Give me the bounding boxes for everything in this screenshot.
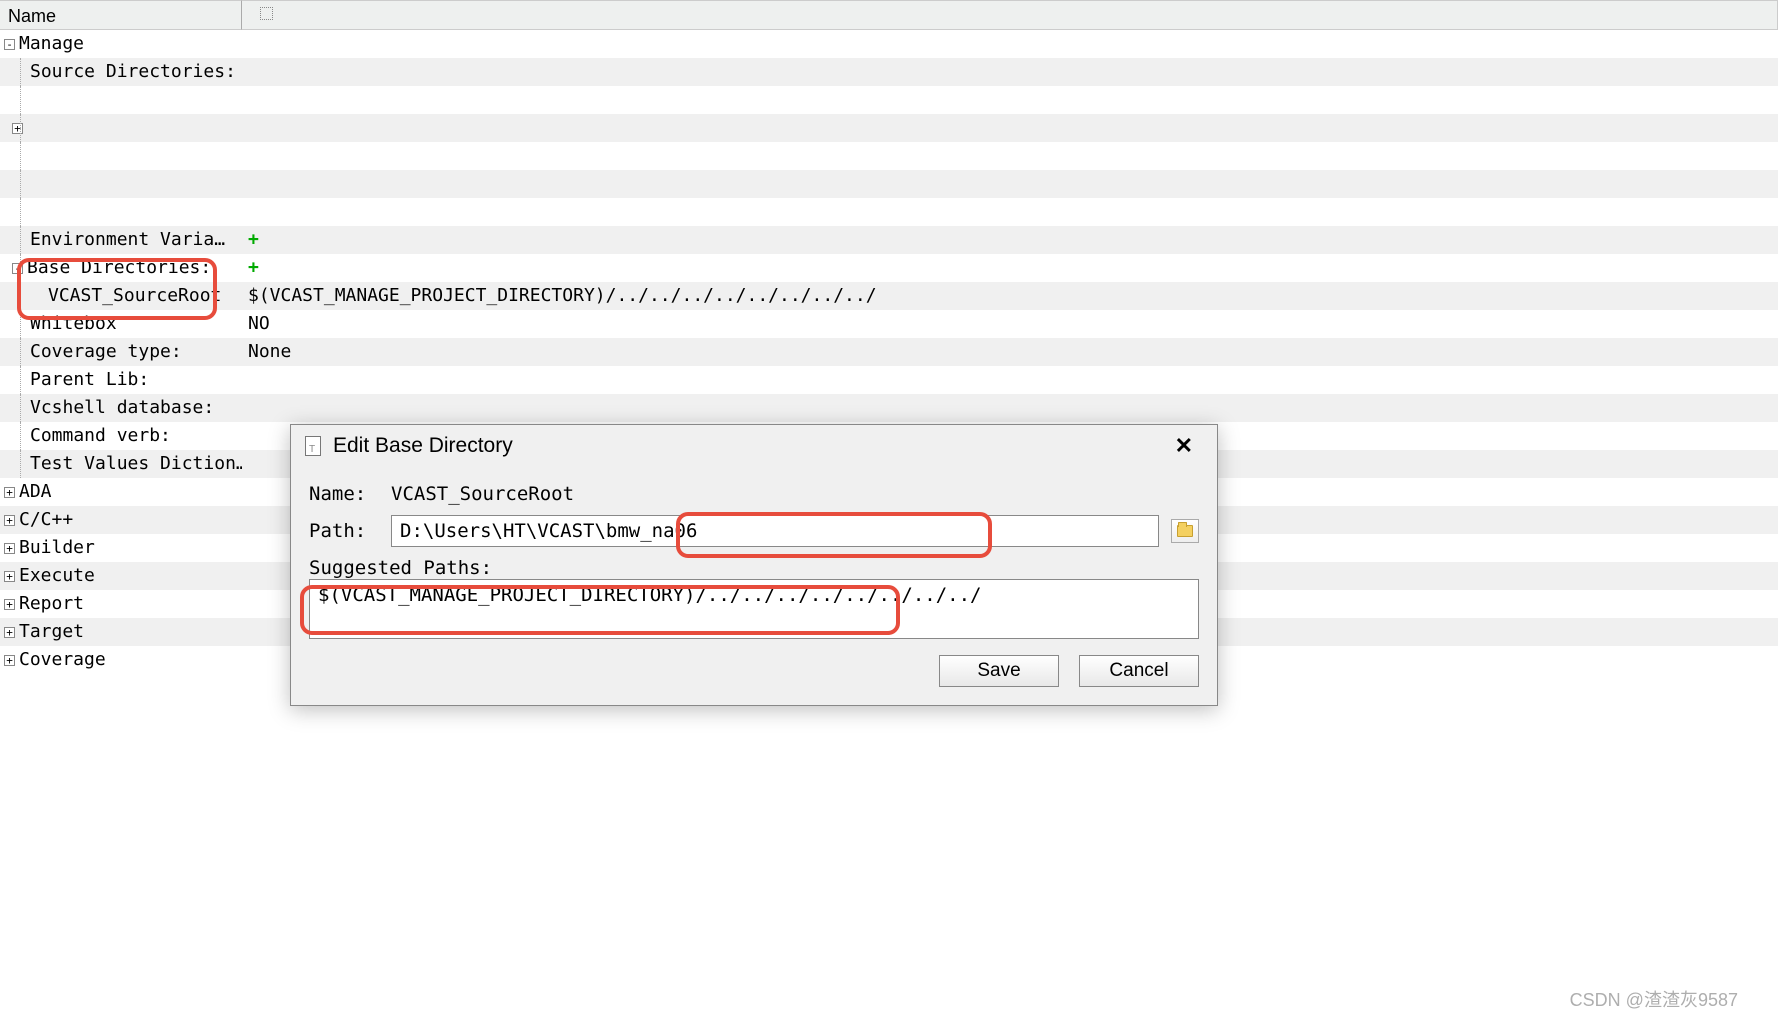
expander-icon[interactable]: + — [4, 599, 15, 610]
expander-icon[interactable]: - — [12, 263, 23, 274]
expander-icon[interactable]: + — [4, 515, 15, 526]
tree-node-parent-lib[interactable]: Parent Lib: — [30, 369, 149, 390]
tree-node-vcast-sourceroot[interactable]: VCAST_SourceRoot — [48, 285, 221, 306]
tree-node-ada[interactable]: ADA — [19, 481, 52, 502]
expander-icon[interactable]: + — [4, 487, 15, 498]
add-icon[interactable]: + — [248, 226, 259, 254]
tree-node-command-verb[interactable]: Command verb: — [30, 425, 171, 446]
watermark: CSDN @渣渣灰9587 — [1570, 986, 1738, 1012]
value-coverage-type[interactable]: None — [242, 338, 1778, 366]
value-vcast-sourceroot[interactable]: $(VCAST_MANAGE_PROJECT_DIRECTORY)/../../… — [242, 282, 1778, 310]
tree-node-coverage[interactable]: Coverage — [19, 649, 106, 670]
suggested-paths-list[interactable]: $(VCAST_MANAGE_PROJECT_DIRECTORY)/../../… — [309, 579, 1199, 639]
tree-node-base-dirs[interactable]: Base Directories: — [27, 257, 211, 278]
tree-node-coverage-type[interactable]: Coverage type: — [30, 341, 182, 362]
tree-node-report[interactable]: Report — [19, 593, 84, 614]
dialog-title: Edit Base Directory — [333, 434, 513, 458]
tree-node-whitebox[interactable]: Whitebox — [30, 313, 117, 334]
tree-node-source-dirs[interactable]: Source Directories: — [30, 61, 236, 82]
suggested-path-item[interactable]: $(VCAST_MANAGE_PROJECT_DIRECTORY)/../../… — [318, 584, 1190, 606]
tree-node-test-values[interactable]: Test Values Diction… — [30, 453, 242, 474]
tree-node-ccpp[interactable]: C/C++ — [19, 509, 73, 530]
cancel-button[interactable]: Cancel — [1079, 655, 1199, 687]
placeholder-icon — [260, 7, 273, 20]
expander-icon[interactable]: - — [4, 39, 15, 50]
column-header-name[interactable]: Name — [0, 0, 242, 30]
tree-node-target[interactable]: Target — [19, 621, 84, 642]
column-header-value[interactable] — [242, 0, 1778, 30]
tree-node-vcshell-db[interactable]: Vcshell database: — [30, 397, 214, 418]
name-label: Name: — [309, 483, 391, 505]
tree-node-manage[interactable]: Manage — [19, 33, 84, 54]
path-input[interactable] — [391, 515, 1159, 547]
add-icon[interactable]: + — [248, 254, 259, 282]
close-icon[interactable]: ✕ — [1165, 433, 1203, 459]
tree-node-builder[interactable]: Builder — [19, 537, 95, 558]
value-whitebox[interactable]: NO — [242, 310, 1778, 338]
expander-icon[interactable]: + — [4, 571, 15, 582]
expander-icon[interactable]: + — [12, 123, 23, 134]
browse-button[interactable] — [1171, 519, 1199, 543]
path-label: Path: — [309, 520, 391, 542]
name-value: VCAST_SourceRoot — [391, 483, 574, 505]
edit-base-directory-dialog: Edit Base Directory ✕ Name: VCAST_Source… — [290, 424, 1218, 706]
expander-icon[interactable]: + — [4, 627, 15, 638]
expander-icon[interactable]: + — [4, 655, 15, 666]
tree-node-env-vars[interactable]: Environment Varia… — [30, 229, 225, 250]
file-icon — [305, 436, 321, 456]
folder-icon — [1177, 525, 1193, 537]
suggested-paths-label: Suggested Paths: — [309, 557, 1199, 579]
tree-node-execute[interactable]: Execute — [19, 565, 95, 586]
save-button[interactable]: Save — [939, 655, 1059, 687]
expander-icon[interactable]: + — [4, 543, 15, 554]
